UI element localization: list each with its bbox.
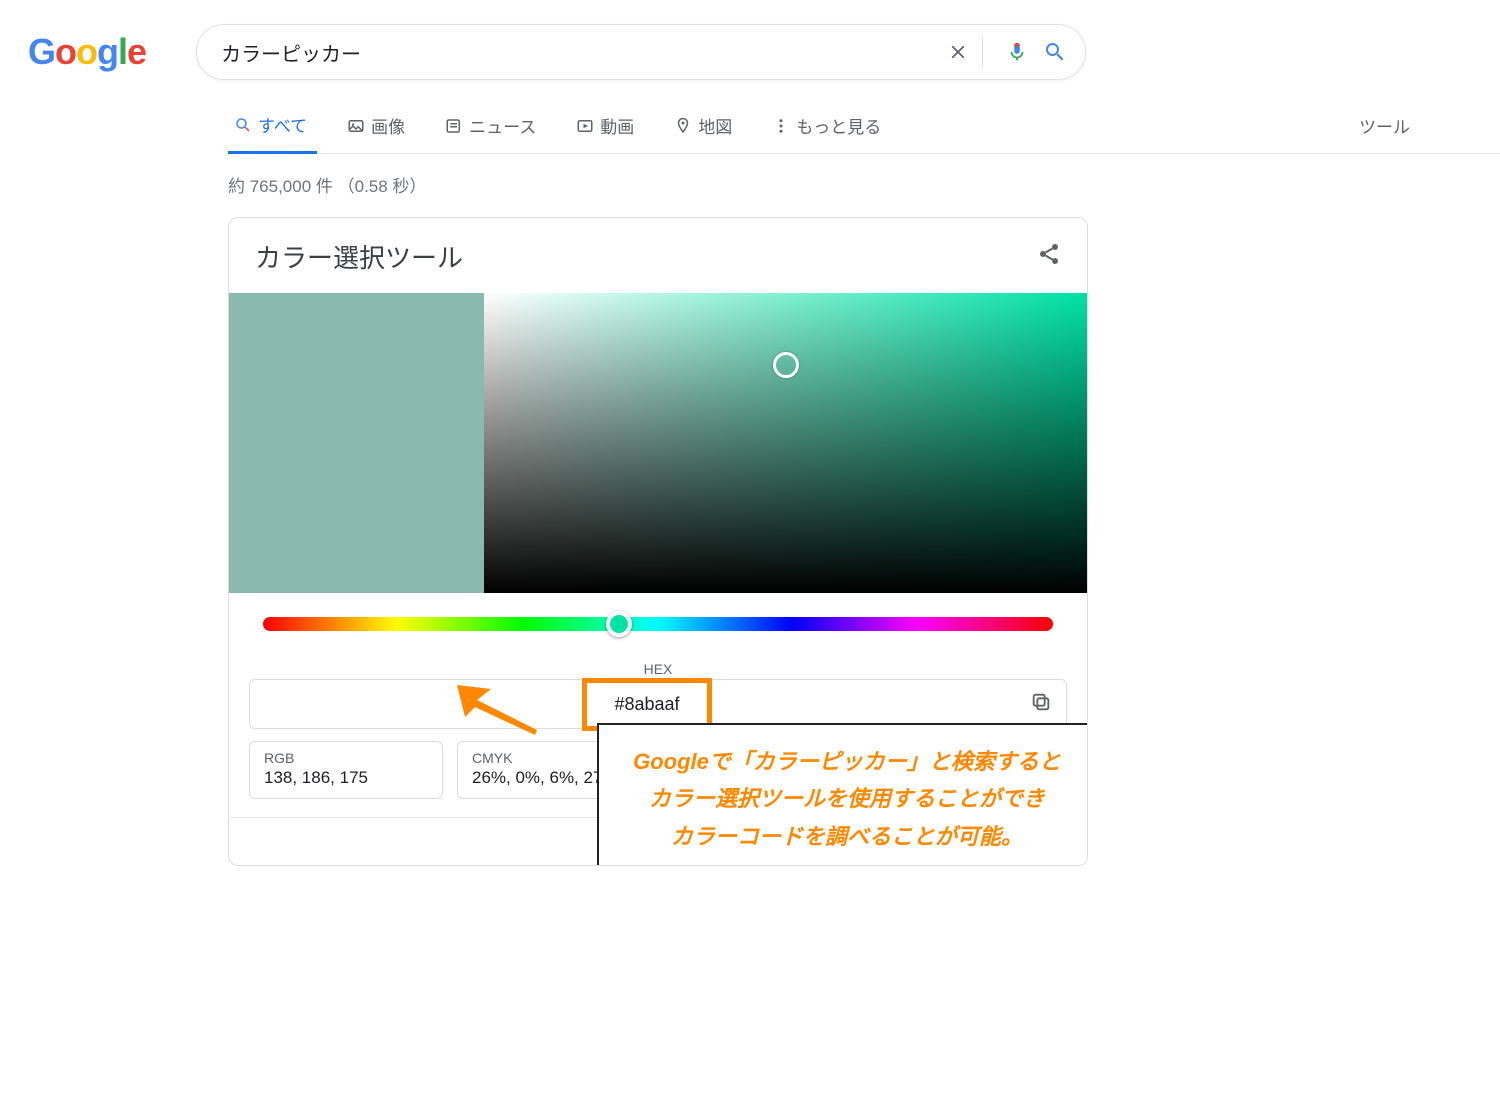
clear-icon[interactable] bbox=[944, 41, 972, 63]
tab-news[interactable]: ニュース bbox=[439, 103, 546, 152]
search-small-icon bbox=[234, 116, 252, 134]
result-stats: 約 765,000 件 （0.58 秒） bbox=[228, 172, 1500, 197]
annotation-arrow-icon bbox=[457, 685, 537, 735]
saturation-value-area[interactable] bbox=[484, 293, 1087, 593]
dots-icon bbox=[772, 117, 790, 135]
rgb-label: RGB bbox=[264, 750, 428, 766]
color-picker-card: カラー選択ツール HEX #8abaaf RGB 138, 186, bbox=[228, 217, 1088, 866]
annotation-callout: Googleで「カラーピッカー」と検索すると カラー選択ツールを使用することがで… bbox=[597, 723, 1088, 866]
sv-cursor-icon[interactable] bbox=[773, 352, 799, 378]
tab-videos-label: 動画 bbox=[600, 113, 634, 138]
copy-icon[interactable] bbox=[1030, 691, 1052, 718]
tab-more[interactable]: もっと見る bbox=[766, 103, 891, 152]
rgb-field[interactable]: RGB 138, 186, 175 bbox=[249, 741, 443, 799]
search-icon[interactable] bbox=[1041, 40, 1069, 64]
separator bbox=[982, 37, 983, 67]
hue-slider[interactable] bbox=[263, 617, 1053, 631]
card-title: カラー選択ツール bbox=[255, 238, 463, 275]
tab-news-label: ニュース bbox=[469, 113, 536, 138]
google-logo[interactable]: Google bbox=[28, 31, 146, 73]
search-input[interactable] bbox=[219, 40, 934, 65]
annotation-overlay: Googleで「カラーピッカー」と検索すると カラー選択ツールを使用することがで… bbox=[597, 723, 1088, 866]
tab-more-label: もっと見る bbox=[796, 113, 881, 138]
news-icon bbox=[445, 117, 463, 135]
tab-images[interactable]: 画像 bbox=[341, 103, 415, 152]
tab-tools[interactable]: ツール bbox=[1359, 103, 1410, 152]
tab-maps[interactable]: 地図 bbox=[668, 103, 742, 152]
tab-maps-label: 地図 bbox=[698, 113, 732, 138]
search-bar bbox=[196, 24, 1086, 80]
hex-field[interactable]: #8abaaf bbox=[249, 679, 1067, 729]
tab-images-label: 画像 bbox=[371, 113, 405, 138]
hue-thumb[interactable] bbox=[606, 611, 632, 637]
rgb-value: 138, 186, 175 bbox=[264, 768, 428, 788]
share-icon[interactable] bbox=[1037, 242, 1061, 271]
tab-all[interactable]: すべて bbox=[228, 102, 317, 154]
annotation-line1: Googleで「カラーピッカー」と検索すると bbox=[613, 743, 1081, 780]
tab-videos[interactable]: 動画 bbox=[570, 103, 644, 152]
annotation-line2: カラー選択ツールを使用することができ bbox=[613, 780, 1081, 817]
hex-label: HEX bbox=[249, 661, 1067, 677]
annotation-line3: カラーコードを調べることが可能。 bbox=[613, 818, 1081, 855]
video-icon bbox=[576, 117, 594, 135]
search-tabs: すべて 画像 ニュース 動画 地図 もっと見る ツール bbox=[228, 102, 1500, 154]
color-swatch bbox=[229, 293, 484, 593]
image-icon bbox=[347, 117, 365, 135]
pin-icon bbox=[674, 117, 692, 135]
mic-icon[interactable] bbox=[1003, 41, 1031, 63]
tab-all-label: すべて bbox=[258, 112, 307, 137]
